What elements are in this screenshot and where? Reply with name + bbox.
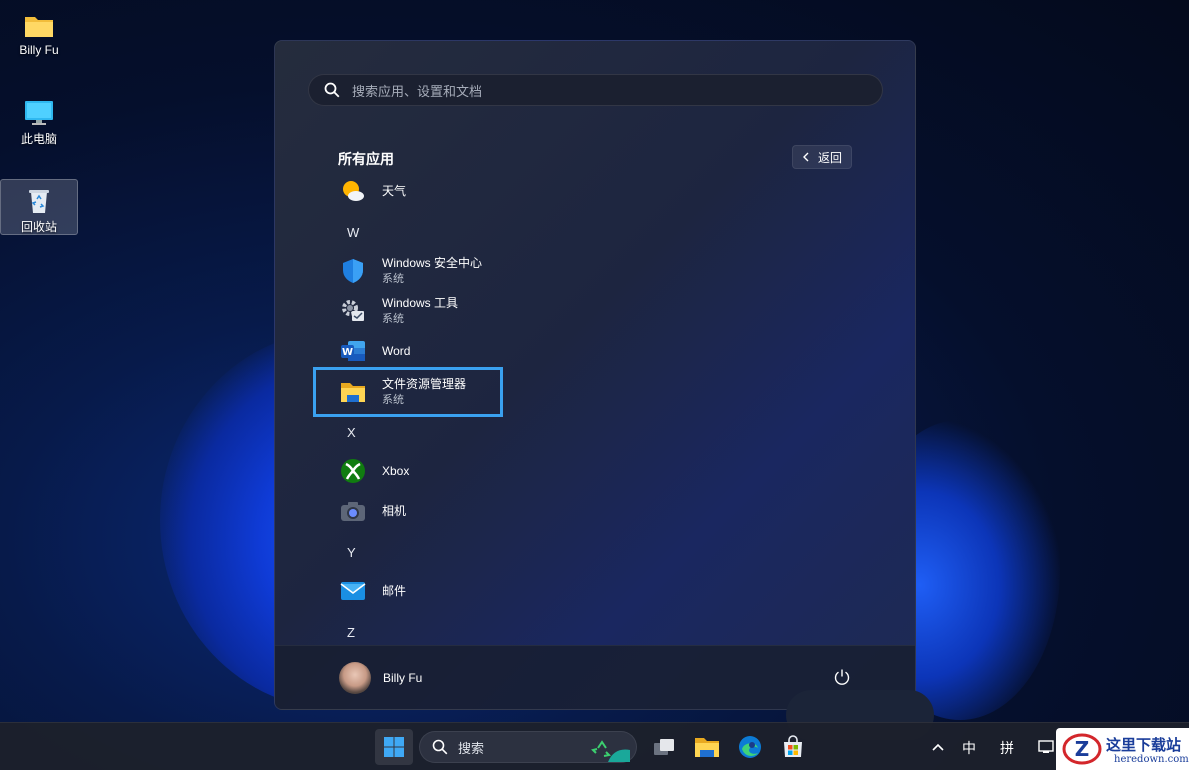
app-name: Word [382, 344, 411, 358]
start-menu: 搜索应用、设置和文档 所有应用 返回 天气 W Windows 安全中心 系统 W… [274, 40, 916, 710]
taskbar: 搜索 中 拼 [0, 722, 1189, 770]
windows-logo-icon [384, 737, 404, 757]
folder-icon [24, 13, 54, 39]
tools-gear-icon [337, 295, 369, 327]
taskbar-store[interactable] [774, 729, 812, 765]
ime-mode-indicator[interactable]: 拼 [1000, 738, 1014, 758]
app-item-camera[interactable]: 相机 [313, 493, 503, 529]
taskbar-search-label: 搜索 [458, 740, 485, 756]
search-icon [324, 82, 340, 98]
ime-language-indicator[interactable]: 中 [962, 738, 976, 758]
app-name: Windows 安全中心 [382, 256, 483, 270]
taskbar-file-explorer[interactable] [688, 729, 726, 765]
file-explorer-icon [695, 738, 719, 757]
search-placeholder: 搜索应用、设置和文档 [352, 83, 483, 99]
xbox-icon [337, 455, 369, 487]
network-status-button[interactable] [1034, 729, 1058, 765]
mail-icon [337, 575, 369, 607]
search-icon [432, 739, 448, 755]
watermark-url: heredown.com [1114, 754, 1189, 765]
app-subtitle: 系统 [382, 273, 404, 285]
letter-header-y[interactable]: Y [347, 545, 356, 560]
app-item-weather[interactable]: 天气 [313, 173, 503, 209]
search-highlight-icon [591, 740, 630, 762]
desktop-icon-user-folder[interactable]: Billy Fu [0, 5, 78, 61]
letter-header-x[interactable]: X [347, 425, 356, 440]
back-button[interactable]: 返回 [792, 145, 852, 169]
letter-header-w[interactable]: W [347, 225, 359, 240]
app-item-file-explorer[interactable]: 文件资源管理器 系统 [313, 367, 503, 417]
file-explorer-icon [337, 376, 369, 408]
chevron-left-icon [802, 152, 809, 162]
tray-overflow-button[interactable] [926, 729, 950, 765]
start-button[interactable] [375, 729, 413, 765]
app-name: 文件资源管理器 [382, 377, 467, 391]
power-button[interactable] [833, 668, 851, 691]
shield-icon [337, 255, 369, 287]
watermark-title: 这里下载站 [1106, 736, 1182, 754]
word-icon: W [337, 335, 369, 367]
desktop-icon-label: Billy Fu [19, 43, 59, 57]
user-name[interactable]: Billy Fu [383, 671, 422, 685]
app-item-windows-tools[interactable]: Windows 工具 系统 [313, 293, 503, 329]
desktop-icon-this-pc[interactable]: 此电脑 [0, 92, 78, 148]
app-subtitle: 系统 [382, 313, 404, 325]
store-icon [784, 735, 802, 757]
app-name: Windows 工具 [382, 296, 459, 310]
taskbar-search-box[interactable]: 搜索 [419, 731, 637, 763]
weather-icon [337, 175, 369, 207]
watermark: Z 这里下载站 heredown.com [1056, 728, 1189, 770]
taskbar-edge[interactable] [731, 729, 769, 765]
recycle-bin-icon [24, 188, 54, 214]
task-view-icon [654, 739, 674, 755]
svg-text:W: W [342, 347, 353, 358]
watermark-logo-icon: Z [1062, 733, 1102, 765]
desktop-icon-recycle-bin[interactable]: 回收站 [0, 179, 78, 235]
all-apps-title: 所有应用 [338, 151, 394, 167]
chevron-up-icon [932, 743, 944, 751]
avatar[interactable] [339, 662, 371, 694]
app-item-word[interactable]: W Word [313, 333, 503, 369]
start-search-input[interactable]: 搜索应用、设置和文档 [308, 74, 883, 106]
back-button-label: 返回 [817, 150, 842, 165]
app-item-mail[interactable]: 邮件 [313, 573, 503, 609]
app-name: Xbox [382, 464, 410, 478]
task-view-button[interactable] [645, 729, 683, 765]
app-name: 邮件 [382, 584, 407, 598]
edge-icon [739, 736, 761, 758]
desktop-icon-label: 回收站 [20, 220, 57, 234]
letter-header-z[interactable]: Z [347, 625, 355, 640]
app-name: 天气 [382, 184, 407, 198]
monitor-icon [24, 100, 54, 126]
power-icon [834, 669, 850, 685]
app-name: 相机 [382, 504, 407, 518]
app-item-xbox[interactable]: Xbox [313, 453, 503, 489]
svg-text:Z: Z [1075, 737, 1090, 761]
app-subtitle: 系统 [382, 394, 404, 406]
camera-icon [337, 495, 369, 527]
network-icon [1038, 740, 1054, 753]
app-item-windows-security[interactable]: Windows 安全中心 系统 [313, 253, 503, 289]
desktop-icon-label: 此电脑 [20, 132, 57, 146]
